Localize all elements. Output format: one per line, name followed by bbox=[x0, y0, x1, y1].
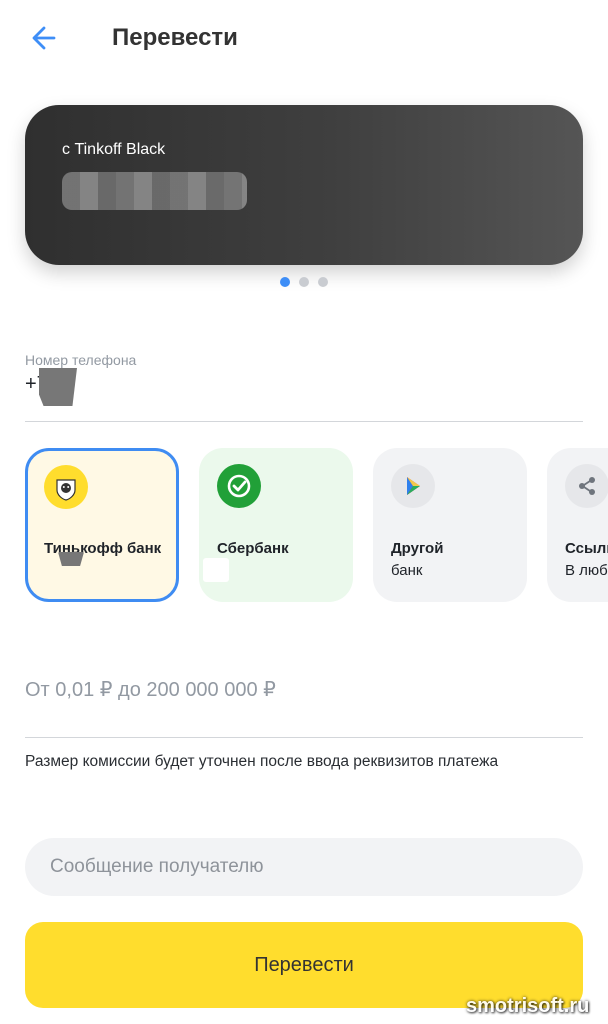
card-name: с Tinkoff Black bbox=[62, 141, 166, 158]
bank-option-sberbank[interactable]: Сбербанк bbox=[199, 448, 353, 602]
bank-subtitle: банк bbox=[391, 562, 423, 579]
bank-selector: Тинькофф банк Сбербанк Другой банк Ссыл … bbox=[25, 448, 608, 603]
bank-subtitle: В любо bbox=[565, 562, 608, 579]
bank-option-other[interactable]: Другой банк bbox=[373, 448, 527, 602]
phone-masked-part bbox=[39, 368, 77, 406]
bank-name: Другой bbox=[391, 540, 444, 557]
share-icon bbox=[565, 464, 608, 508]
amount-divider bbox=[25, 737, 583, 738]
page-dot-active bbox=[280, 277, 290, 287]
page-dot bbox=[318, 277, 328, 287]
top-bar: Перевести bbox=[0, 0, 608, 80]
source-card[interactable]: с Tinkoff Black bbox=[25, 105, 583, 265]
masked-text bbox=[203, 558, 229, 582]
masked-text bbox=[58, 552, 84, 566]
bank-name: Ссылк bbox=[565, 540, 608, 557]
page-title: Перевести bbox=[112, 24, 238, 51]
phone-label: Номер телефона bbox=[25, 352, 137, 368]
phone-divider bbox=[25, 421, 583, 422]
watermark: smotrisoft.ru bbox=[466, 995, 590, 1017]
sber-check-icon bbox=[217, 464, 261, 508]
card-page-indicator bbox=[280, 277, 328, 287]
arrow-left-icon bbox=[32, 26, 56, 50]
commission-note: Размер комиссии будет уточнен после ввод… bbox=[25, 753, 499, 770]
amount-input[interactable]: От 0,01 ₽ до 200 000 000 ₽ bbox=[25, 677, 276, 702]
tinkoff-logo-icon bbox=[44, 465, 88, 509]
page-dot bbox=[299, 277, 309, 287]
back-button[interactable] bbox=[26, 20, 62, 56]
bank-option-tinkoff[interactable]: Тинькофф банк bbox=[25, 448, 179, 602]
message-input[interactable] bbox=[25, 838, 583, 896]
bank-transfer-icon bbox=[391, 464, 435, 508]
bank-option-link[interactable]: Ссылк В любо bbox=[547, 448, 608, 602]
card-balance-masked bbox=[62, 172, 247, 210]
